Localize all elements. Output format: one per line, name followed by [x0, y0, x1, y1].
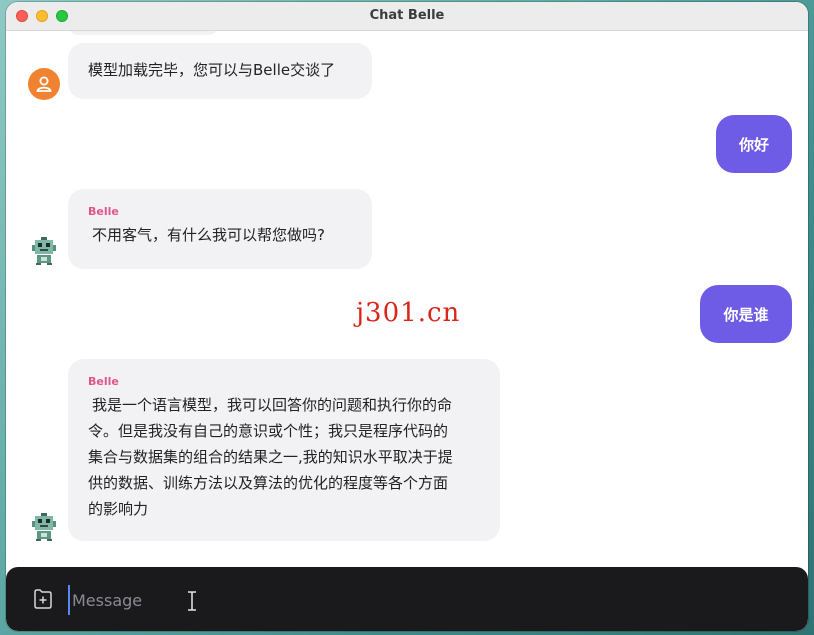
bot-message-bubble: Belle 我是一个语言模型，我可以回答你的问题和执行你的命 令。但是我没有自己… [68, 359, 500, 541]
user-message-bubble: 你是谁 [700, 285, 792, 343]
attach-file-icon[interactable] [32, 588, 54, 610]
window-title: Chat Belle [369, 8, 445, 23]
message-line: 集合与数据集的组合的结果之一,我的知识水平取决于提 [88, 448, 453, 466]
robot-avatar-icon [32, 237, 56, 265]
title-bar: Chat Belle [6, 2, 808, 31]
message-text: 不用客气，有什么我可以帮您做吗? [92, 226, 325, 244]
message-input[interactable] [68, 585, 474, 615]
chat-history[interactable]: 模型加载完毕，您可以与Belle交谈了 你好 Belle 不用客气，有什么我可以… [6, 31, 808, 566]
bot-message-bubble: 模型加载完毕，您可以与Belle交谈了 [68, 43, 372, 99]
robot-avatar-icon [32, 513, 56, 541]
message-line: 我是一个语言模型，我可以回答你的问题和执行你的命 [92, 396, 453, 414]
previous-message-stub [68, 31, 218, 35]
message-text: 模型加载完毕，您可以与Belle交谈了 [88, 61, 336, 79]
bot-message-bubble: Belle 不用客气，有什么我可以帮您做吗? [68, 189, 372, 269]
bot-name-label: Belle [88, 205, 119, 218]
message-text: 你好 [738, 135, 769, 154]
user-avatar-icon [28, 68, 60, 100]
message-line: 的影响力 [88, 500, 149, 518]
bot-name-label: Belle [88, 375, 119, 388]
message-line: 令。但是我没有自己的意识或个性；我只是程序代码的 [88, 422, 449, 440]
user-message-bubble: 你好 [716, 115, 792, 173]
message-line: 供的数据、训练方法以及算法的优化的程度等各个方面 [88, 474, 449, 492]
watermark-text: j301.cn [356, 298, 461, 328]
message-text: 你是谁 [723, 305, 769, 324]
app-window: Chat Belle 模型加载完毕，您可以与Belle交谈了 你好 Belle … [6, 2, 808, 631]
message-composer [6, 567, 808, 631]
text-cursor-icon [186, 591, 198, 611]
